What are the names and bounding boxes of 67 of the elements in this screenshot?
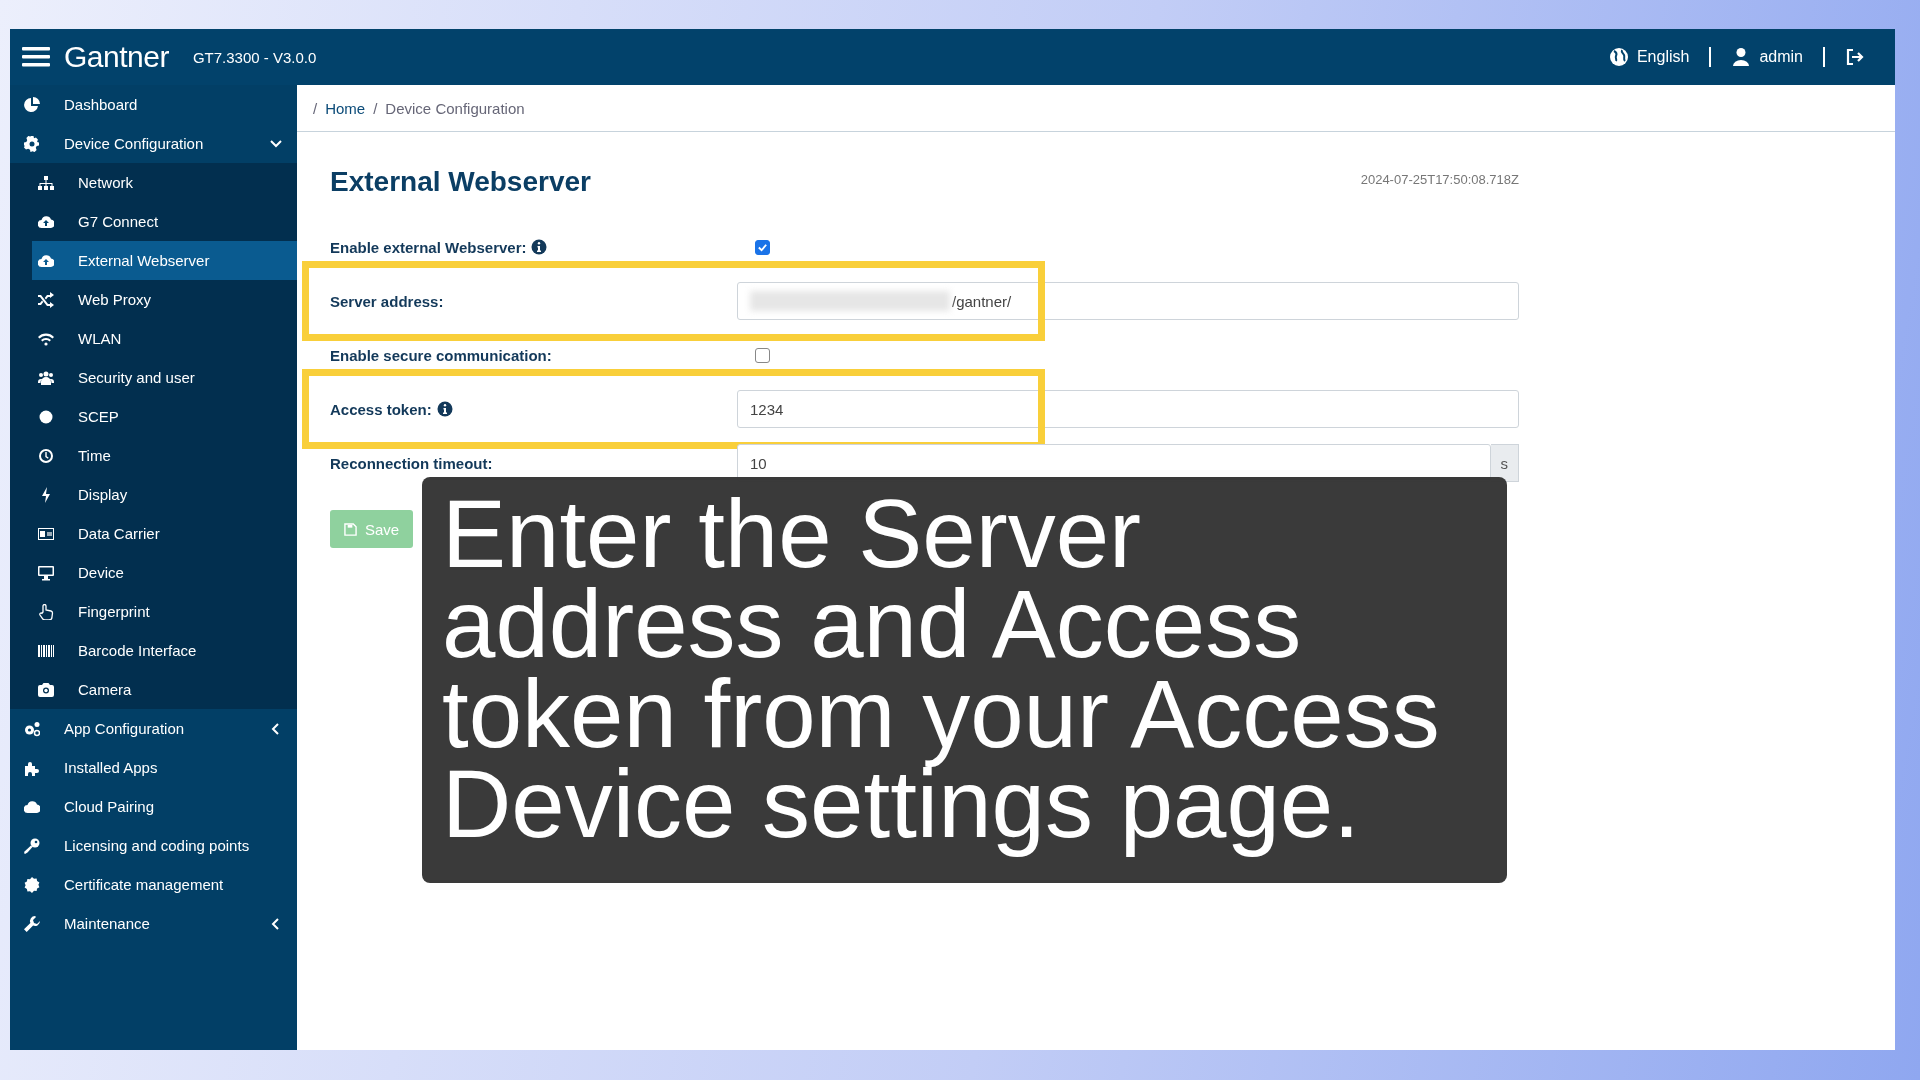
checkbox[interactable] (755, 239, 770, 255)
camera-icon (38, 681, 54, 698)
sidebar-item[interactable]: Camera (10, 670, 297, 709)
sidebar-item[interactable]: App Configuration (10, 709, 297, 748)
logo: Gantner (64, 40, 169, 74)
clock-icon (38, 447, 54, 464)
cloud-upload-icon (38, 213, 54, 230)
wrench-icon (24, 915, 40, 932)
sidebar-item[interactable]: G7 Connect (10, 202, 297, 241)
sidebar-item[interactable]: Display (10, 475, 297, 514)
sidebar-item[interactable]: Security and user (10, 358, 297, 397)
logout-icon[interactable] (1845, 47, 1865, 67)
field-label: Enable external Webserver: (330, 238, 527, 256)
cloud-upload-icon (38, 252, 54, 269)
cloud-icon (24, 798, 40, 815)
sidebar-item[interactable]: Certificate management (10, 865, 297, 904)
users-icon (38, 369, 54, 386)
info-icon[interactable] (531, 239, 548, 255)
field-label: Access token: (330, 400, 432, 418)
barcode-icon (38, 642, 54, 659)
hand-pointer-icon (38, 603, 54, 620)
key-icon (24, 837, 40, 854)
sidebar-item[interactable]: Fingerprint (10, 592, 297, 631)
sidebar-item[interactable]: Device Configuration (10, 124, 297, 163)
sidebar-item[interactable]: Barcode Interface (10, 631, 297, 670)
breadcrumb-current: Device Configuration (385, 99, 525, 117)
shuffle-icon (38, 291, 54, 308)
user-icon[interactable] (1731, 47, 1752, 67)
info-icon[interactable] (436, 401, 453, 417)
user-name[interactable]: admin (1759, 48, 1803, 66)
version-label: GT7.3300 - V3.0.0 (192, 48, 317, 66)
breadcrumb-link[interactable]: Home (325, 99, 366, 117)
sidebar-item[interactable]: Time (10, 436, 297, 475)
timestamp: 2024-07-25T17:50:08.718Z (1360, 172, 1519, 187)
pie-chart-icon (24, 96, 40, 113)
puzzle-icon (24, 759, 40, 776)
instruction-tooltip: Enter the Server address and Access token from your Access Device settings page. (422, 477, 1507, 883)
sidebar-item[interactable]: SCEP (10, 397, 297, 436)
sidebar-item[interactable]: Web Proxy (10, 280, 297, 319)
globe-icon[interactable] (1608, 47, 1629, 67)
monitor-icon (38, 564, 54, 581)
sidebar-item[interactable]: Data Carrier (10, 514, 297, 553)
sidebar-item[interactable]: Licensing and coding points (10, 826, 297, 865)
field-label: Server address: (330, 292, 444, 310)
text-field[interactable]: 1234 (737, 390, 1519, 428)
menu-icon[interactable] (22, 45, 50, 69)
language-selector[interactable]: English (1636, 48, 1690, 66)
breadcrumb-separator: / (313, 99, 318, 117)
sidebar-item[interactable]: Device (10, 553, 297, 592)
page-title: External Webserver (330, 166, 591, 198)
field-label: Enable secure communication: (330, 346, 552, 364)
field-label: Reconnection timeout: (330, 454, 493, 472)
sidebar-item[interactable]: Dashboard (10, 85, 297, 124)
id-card-icon (38, 525, 54, 542)
sitemap-icon (38, 174, 54, 191)
gears-icon (24, 720, 40, 737)
text-field[interactable]: /gantner/ (737, 282, 1519, 320)
checkbox[interactable] (755, 347, 770, 363)
sidebar-item[interactable]: Installed Apps (10, 748, 297, 787)
gear-icon (24, 135, 40, 152)
sidebar-item[interactable]: Maintenance (10, 904, 297, 943)
sidebar-item[interactable]: External Webserver (32, 241, 297, 280)
sidebar-item[interactable]: Network (10, 163, 297, 202)
sidebar-item[interactable]: WLAN (10, 319, 297, 358)
breadcrumb-separator: / (373, 99, 378, 117)
sidebar-item[interactable]: Cloud Pairing (10, 787, 297, 826)
checkmark-icon (757, 241, 768, 253)
